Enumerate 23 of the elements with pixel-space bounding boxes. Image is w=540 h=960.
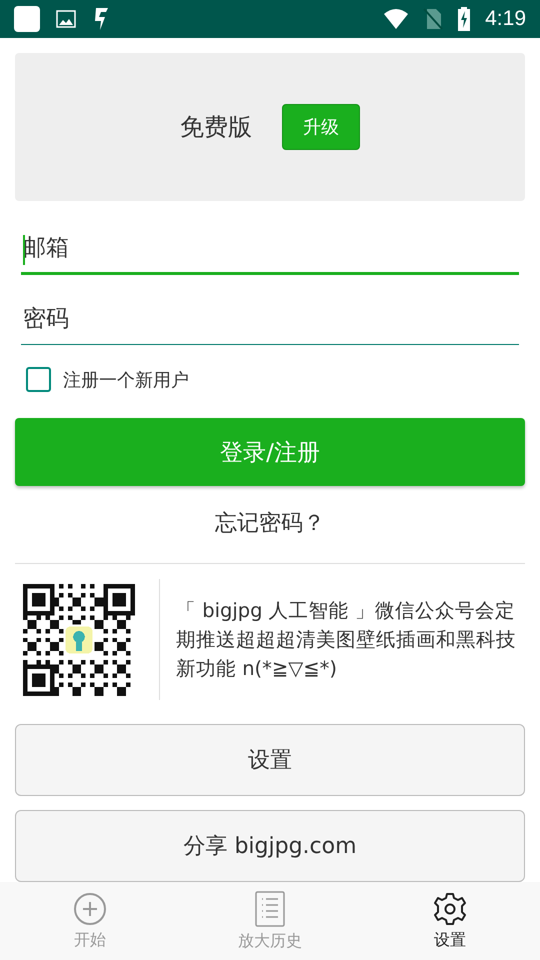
nav-tab[interactable]: 设置: [360, 882, 540, 960]
settings-button[interactable]: 设置: [15, 724, 525, 796]
image-icon: [56, 10, 76, 28]
square-icon: [14, 6, 40, 32]
document-list-icon: [255, 890, 285, 926]
battery-charging-icon: [457, 7, 472, 31]
forgot-password-link[interactable]: 忘记密码？: [215, 508, 325, 538]
nav-tab-label: 开始: [74, 930, 106, 950]
no-sim-icon: [423, 8, 444, 30]
share-button[interactable]: 分享 bigjpg.com: [15, 810, 525, 882]
checkbox-label: 注册一个新用户: [63, 368, 189, 392]
plan-label: 免费版: [180, 112, 252, 143]
promo-text: 「 bigjpg 人工智能 」微信公众号会定期推送超超超清美图壁纸插画和黑科技新功能 n(*≧▽≦*): [176, 598, 516, 682]
nav-tab-label: 设置: [434, 930, 466, 950]
plus-circle-icon: [73, 892, 107, 926]
text-cursor: [23, 235, 25, 265]
settings-icon: [433, 892, 467, 926]
clock-time: 4:19: [485, 7, 526, 31]
nav-tab-label: 放大历史: [238, 930, 302, 952]
password-field[interactable]: 密码: [21, 293, 519, 345]
wifi-icon: [383, 8, 410, 30]
checkbox[interactable]: [26, 367, 51, 392]
bolt-icon: [92, 6, 110, 32]
